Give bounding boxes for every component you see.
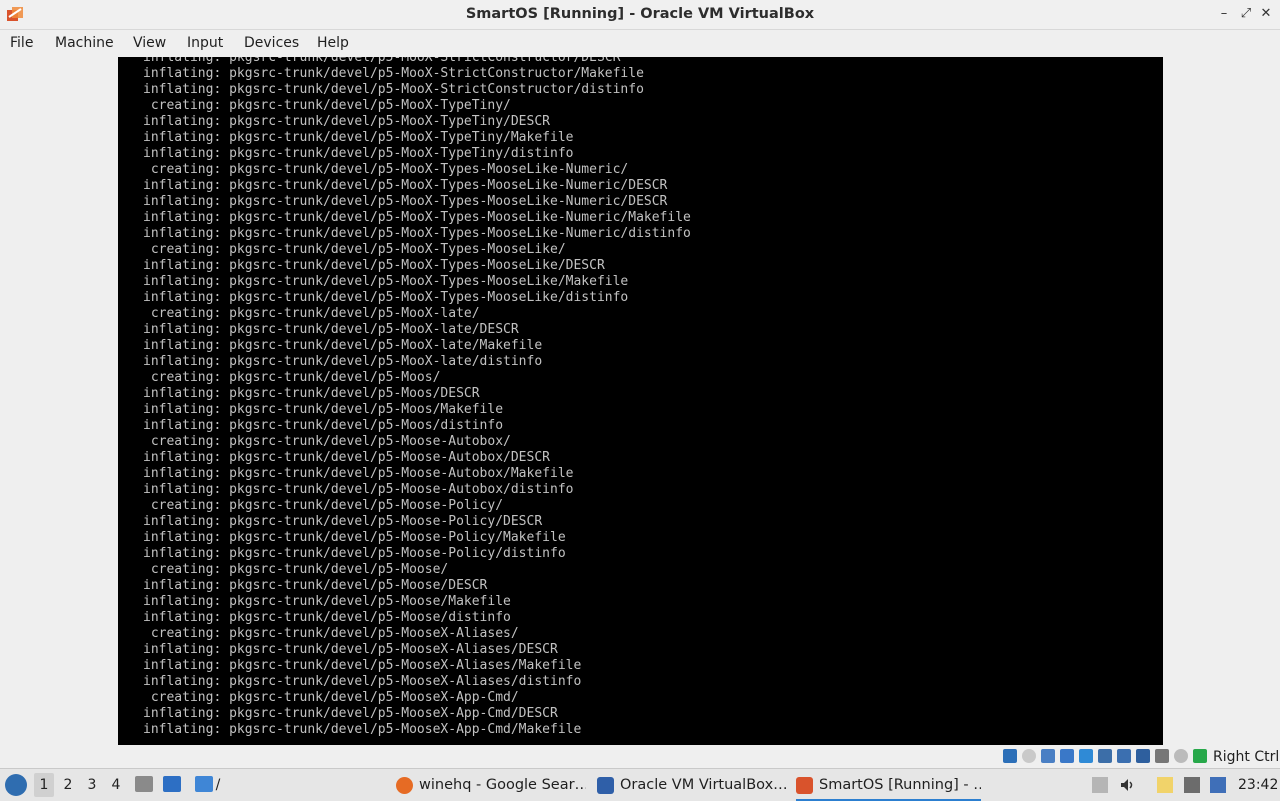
- clock[interactable]: 23:42: [1238, 769, 1278, 801]
- notification-icon[interactable]: [1092, 777, 1108, 793]
- audio-icon[interactable]: [1041, 749, 1055, 763]
- menu-devices[interactable]: Devices: [242, 30, 301, 56]
- recording-icon[interactable]: [1136, 749, 1150, 763]
- console-output: inflating: pkgsrc-trunk/devel/p5-MooX-St…: [118, 57, 1148, 738]
- maximize-button[interactable]: ⤢: [1238, 6, 1254, 22]
- console-line: creating: pkgsrc-trunk/devel/p5-Moose-Au…: [143, 434, 511, 449]
- desktop-launcher-icon[interactable]: [163, 776, 181, 792]
- display-icon[interactable]: [1117, 749, 1131, 763]
- task-label: Oracle VM VirtualBox…: [620, 777, 787, 793]
- keyboard-capture-icon[interactable]: [1193, 749, 1207, 763]
- console-line: inflating: pkgsrc-trunk/devel/p5-Moose-A…: [143, 466, 574, 481]
- console-line: inflating: pkgsrc-trunk/devel/p5-MooX-la…: [143, 354, 543, 369]
- console-line: inflating: pkgsrc-trunk/devel/p5-Moos/di…: [143, 418, 504, 433]
- console-line: creating: pkgsrc-trunk/devel/p5-Moose-Po…: [143, 498, 504, 513]
- console-line: inflating: pkgsrc-trunk/devel/p5-Moose-A…: [143, 450, 550, 465]
- task-virtualbox-manager[interactable]: Oracle VM VirtualBox…: [597, 771, 787, 799]
- console-line: inflating: pkgsrc-trunk/devel/p5-MooX-Ty…: [143, 194, 668, 209]
- virtualbox-manager-icon: [597, 777, 614, 794]
- console-line: inflating: pkgsrc-trunk/devel/p5-MooX-Ty…: [143, 226, 691, 241]
- console-line: inflating: pkgsrc-trunk/devel/p5-Moose-P…: [143, 514, 543, 529]
- console-line: creating: pkgsrc-trunk/devel/p5-MooX-lat…: [143, 306, 480, 321]
- menu-help[interactable]: Help: [315, 30, 351, 56]
- optical-drive-icon[interactable]: [1022, 749, 1036, 763]
- console-line: inflating: pkgsrc-trunk/devel/p5-Moos/DE…: [143, 386, 480, 401]
- clipboard-icon[interactable]: [1157, 777, 1173, 793]
- console-line: inflating: pkgsrc-trunk/devel/p5-MooX-la…: [143, 338, 543, 353]
- console-line: creating: pkgsrc-trunk/devel/p5-MooX-Typ…: [143, 242, 566, 257]
- console-line: inflating: pkgsrc-trunk/devel/p5-MooX-Ty…: [143, 274, 629, 289]
- task-smartos[interactable]: SmartOS [Running] - …: [796, 771, 981, 801]
- console-line: inflating: pkgsrc-trunk/devel/p5-MooseX-…: [143, 642, 558, 657]
- task-label: SmartOS [Running] - …: [819, 777, 981, 793]
- console-line: inflating: pkgsrc-trunk/devel/p5-Moose/M…: [143, 594, 511, 609]
- console-line: inflating: pkgsrc-trunk/devel/p5-MooX-Ty…: [143, 130, 574, 145]
- vm-status-bar: Right Ctrl: [0, 746, 1280, 768]
- minimize-button[interactable]: –: [1216, 6, 1232, 22]
- mouse-integration-icon[interactable]: [1174, 749, 1188, 763]
- console-line: inflating: pkgsrc-trunk/devel/p5-MooseX-…: [143, 706, 558, 721]
- console-line: inflating: pkgsrc-trunk/devel/p5-MooX-Ty…: [143, 258, 605, 273]
- network-icon[interactable]: [1060, 749, 1074, 763]
- menu-bar: File Machine View Input Devices Help: [0, 30, 1280, 56]
- volume-icon[interactable]: [1119, 777, 1135, 793]
- console-line: creating: pkgsrc-trunk/devel/p5-MooseX-A…: [143, 690, 519, 705]
- console-line: inflating: pkgsrc-trunk/devel/p5-MooX-Ty…: [143, 290, 629, 305]
- console-line: inflating: pkgsrc-trunk/devel/p5-MooX-St…: [143, 82, 644, 97]
- console-line: inflating: pkgsrc-trunk/devel/p5-MooseX-…: [143, 658, 582, 673]
- console-line: inflating: pkgsrc-trunk/devel/p5-MooX-St…: [143, 66, 644, 81]
- menu-machine[interactable]: Machine: [53, 30, 116, 56]
- console-line: inflating: pkgsrc-trunk/devel/p5-MooseX-…: [143, 674, 582, 689]
- workspace-3[interactable]: 3: [82, 773, 102, 797]
- console-line: creating: pkgsrc-trunk/devel/p5-Moose/: [143, 562, 449, 577]
- workspace-1[interactable]: 1: [34, 773, 54, 797]
- console-line: inflating: pkgsrc-trunk/devel/p5-MooX-St…: [143, 57, 621, 65]
- console-line: inflating: pkgsrc-trunk/devel/p5-MooX-la…: [143, 322, 519, 337]
- shared-folders-icon[interactable]: [1098, 749, 1112, 763]
- console-line: inflating: pkgsrc-trunk/devel/p5-MooX-Ty…: [143, 114, 550, 129]
- taskbar: 1 2 3 4 / winehq - Google Sear… Oracle V…: [0, 768, 1280, 801]
- console-line: inflating: pkgsrc-trunk/devel/p5-MooX-Ty…: [143, 146, 574, 161]
- workspace-2[interactable]: 2: [58, 773, 78, 797]
- menu-file[interactable]: File: [8, 30, 35, 56]
- cpu-icon[interactable]: [1155, 749, 1169, 763]
- task-label: winehq - Google Sear…: [419, 777, 586, 793]
- console-line: inflating: pkgsrc-trunk/devel/p5-Moose-A…: [143, 482, 574, 497]
- console-line: creating: pkgsrc-trunk/devel/p5-MooX-Typ…: [143, 162, 629, 177]
- usb-icon[interactable]: [1079, 749, 1093, 763]
- console-line: inflating: pkgsrc-trunk/devel/p5-Moose/D…: [143, 578, 488, 593]
- firefox-icon: [396, 777, 413, 794]
- file-manager-path[interactable]: /: [211, 773, 225, 797]
- updates-icon[interactable]: [1210, 777, 1226, 793]
- close-button[interactable]: ✕: [1258, 6, 1274, 22]
- menu-view[interactable]: View: [131, 30, 168, 56]
- console-line: inflating: pkgsrc-trunk/devel/p5-Moose-P…: [143, 546, 566, 561]
- console-line: inflating: pkgsrc-trunk/devel/p5-Moose-P…: [143, 530, 566, 545]
- console-line: inflating: pkgsrc-trunk/devel/p5-MooX-Ty…: [143, 210, 691, 225]
- start-menu-icon[interactable]: [5, 774, 27, 796]
- console-line: creating: pkgsrc-trunk/devel/p5-Moos/: [143, 370, 441, 385]
- console-line: inflating: pkgsrc-trunk/devel/p5-Moos/Ma…: [143, 402, 504, 417]
- window-title: SmartOS [Running] - Oracle VM VirtualBox: [465, 6, 815, 22]
- window-titlebar[interactable]: SmartOS [Running] - Oracle VM VirtualBox…: [0, 0, 1280, 30]
- vm-console-display[interactable]: inflating: pkgsrc-trunk/devel/p5-MooX-St…: [118, 57, 1163, 745]
- virtualbox-vm-icon: [796, 777, 813, 794]
- network-tray-icon[interactable]: [1184, 777, 1200, 793]
- task-winehq[interactable]: winehq - Google Sear…: [396, 771, 586, 799]
- console-line: inflating: pkgsrc-trunk/devel/p5-Moose/d…: [143, 610, 511, 625]
- console-line: inflating: pkgsrc-trunk/devel/p5-MooseX-…: [143, 722, 582, 737]
- hard-disk-icon[interactable]: [1003, 749, 1017, 763]
- terminal-launcher-icon[interactable]: [135, 776, 153, 792]
- console-line: creating: pkgsrc-trunk/devel/p5-MooX-Typ…: [143, 98, 511, 113]
- host-key-label: Right Ctrl: [1213, 749, 1280, 765]
- console-line: creating: pkgsrc-trunk/devel/p5-MooseX-A…: [143, 626, 519, 641]
- workspace-4[interactable]: 4: [106, 773, 126, 797]
- console-line: inflating: pkgsrc-trunk/devel/p5-MooX-Ty…: [143, 178, 668, 193]
- menu-input[interactable]: Input: [185, 30, 225, 56]
